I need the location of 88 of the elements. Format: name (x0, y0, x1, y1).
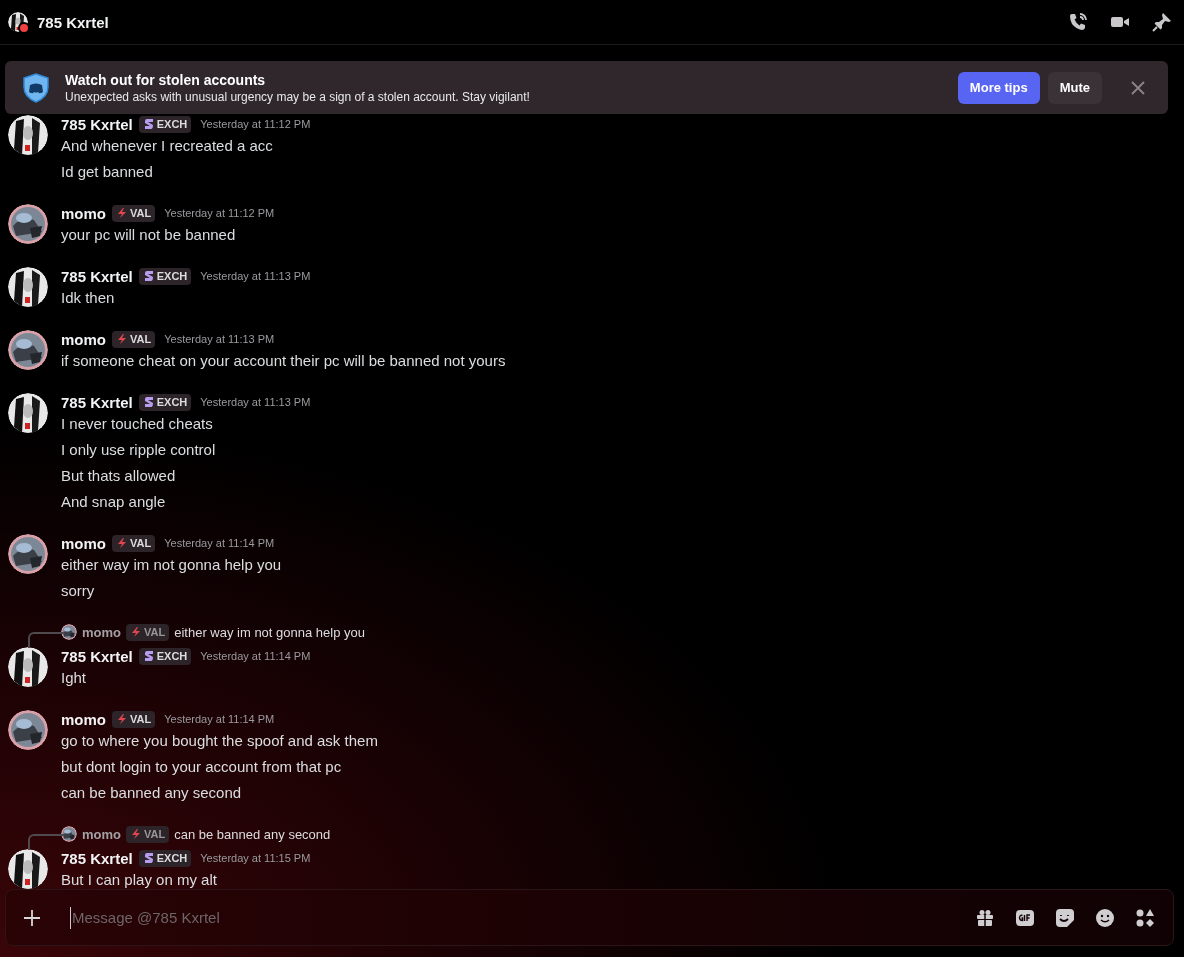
reply-preview[interactable]: can be banned any second (174, 826, 331, 842)
swirl-icon (142, 852, 155, 864)
message-text: Idk then (61, 288, 116, 308)
avatar[interactable] (8, 534, 48, 574)
username[interactable]: 785 Kxrtel (61, 849, 133, 867)
avatar[interactable] (8, 647, 48, 687)
role-tag: EXCH (138, 267, 192, 285)
role-tag: VAL (126, 825, 170, 843)
username[interactable]: momo (61, 710, 106, 728)
role-tag: VAL (112, 204, 156, 222)
message-text: Ight (61, 668, 88, 688)
gift-icon[interactable] (975, 907, 995, 928)
avatar[interactable] (8, 204, 48, 244)
message-text: But I can play on my alt (61, 870, 218, 889)
plus-icon[interactable] (22, 907, 42, 928)
timestamp: Yesterday at 11:13 PM (164, 333, 275, 345)
message-text: either way im not gonna help you (61, 555, 283, 575)
message-text: I never touched cheats (61, 414, 214, 434)
username[interactable]: 785 Kxrtel (61, 267, 133, 285)
avatar[interactable] (8, 330, 48, 370)
avatar[interactable] (8, 710, 48, 750)
avatar[interactable] (8, 267, 48, 307)
swirl-icon (142, 270, 155, 282)
lightning-icon (130, 626, 142, 638)
timestamp: Yesterday at 11:14 PM (164, 713, 275, 725)
timestamp: Yesterday at 11:14 PM (164, 537, 275, 549)
avatar[interactable] (8, 393, 48, 433)
timestamp: Yesterday at 11:14 PM (200, 650, 311, 662)
smiley-icon[interactable] (1095, 907, 1115, 928)
timestamp: Yesterday at 11:13 PM (200, 270, 311, 282)
message-text: And whenever I recreated a acc (61, 136, 274, 156)
message-text: sorry (61, 581, 96, 601)
avatar[interactable] (61, 624, 77, 640)
reply-preview[interactable]: either way im not gonna help you (174, 624, 365, 640)
swirl-icon (142, 396, 155, 408)
role-tag: EXCH (138, 393, 192, 411)
banner-title: Watch out for stolen accounts (65, 71, 267, 88)
role-tag: EXCH (138, 647, 192, 665)
pin-icon[interactable] (1152, 12, 1172, 32)
message-field[interactable]: Message @785 Kxrtel (5, 889, 1174, 946)
message-text: if someone cheat on your account their pc will be banned not yours (61, 351, 507, 371)
role-tag: VAL (112, 710, 156, 728)
gif-icon[interactable] (1015, 907, 1035, 928)
username[interactable]: momo (61, 534, 106, 552)
message-text: go to where you bought the spoof and ask them (61, 731, 379, 751)
message-text: But thats allowed (61, 466, 177, 486)
username[interactable]: 785 Kxrtel (61, 647, 133, 665)
lightning-icon (116, 333, 128, 345)
role-tag: EXCH (138, 849, 192, 867)
avatar[interactable] (61, 826, 77, 842)
timestamp: Yesterday at 11:12 PM (200, 118, 311, 130)
avatar[interactable] (8, 115, 48, 155)
role-tag: EXCH (138, 115, 192, 133)
role-tag: VAL (112, 330, 156, 348)
timestamp: Yesterday at 11:12 PM (164, 207, 275, 219)
username[interactable]: momo (61, 330, 106, 348)
phone-icon[interactable] (1068, 12, 1088, 32)
close-icon[interactable] (1130, 79, 1146, 96)
reply-author[interactable]: momo (82, 624, 121, 640)
username[interactable]: 785 Kxrtel (61, 393, 133, 411)
message-text: I only use ripple control (61, 440, 217, 460)
message-text: can be banned any second (61, 783, 243, 803)
lightning-icon (116, 537, 128, 549)
mute-button[interactable]: Mute (1047, 71, 1102, 104)
timestamp: Yesterday at 11:15 PM (200, 852, 311, 864)
sticker-icon[interactable] (1055, 907, 1075, 928)
swirl-icon (142, 118, 155, 130)
lightning-icon (130, 828, 142, 840)
banner-text: Unexpected asks with unusual urgency may be a sign of a stolen account. Stay vigilant! (65, 89, 531, 104)
message-text: but dont login to your account from that pc (61, 757, 343, 777)
lightning-icon (116, 713, 128, 725)
role-tag: VAL (126, 623, 170, 641)
message-text: Id get banned (61, 162, 154, 182)
message-text: And snap angle (61, 492, 167, 512)
swirl-icon (142, 650, 155, 662)
role-tag: VAL (112, 534, 156, 552)
apps-icon[interactable] (1135, 907, 1155, 928)
timestamp: Yesterday at 11:13 PM (200, 396, 311, 408)
lightning-icon (116, 207, 128, 219)
reply-author[interactable]: momo (82, 826, 121, 842)
message-input[interactable]: Message @785 Kxrtel (70, 906, 975, 929)
shield-icon (23, 72, 49, 103)
username[interactable]: 785 Kxrtel (61, 115, 133, 133)
username[interactable]: momo (61, 204, 106, 222)
message-text: your pc will not be banned (61, 225, 237, 245)
channel-title: 785 Kxrtel (37, 13, 110, 31)
more-tips-button[interactable]: More tips (957, 71, 1040, 104)
avatar[interactable] (8, 849, 48, 889)
